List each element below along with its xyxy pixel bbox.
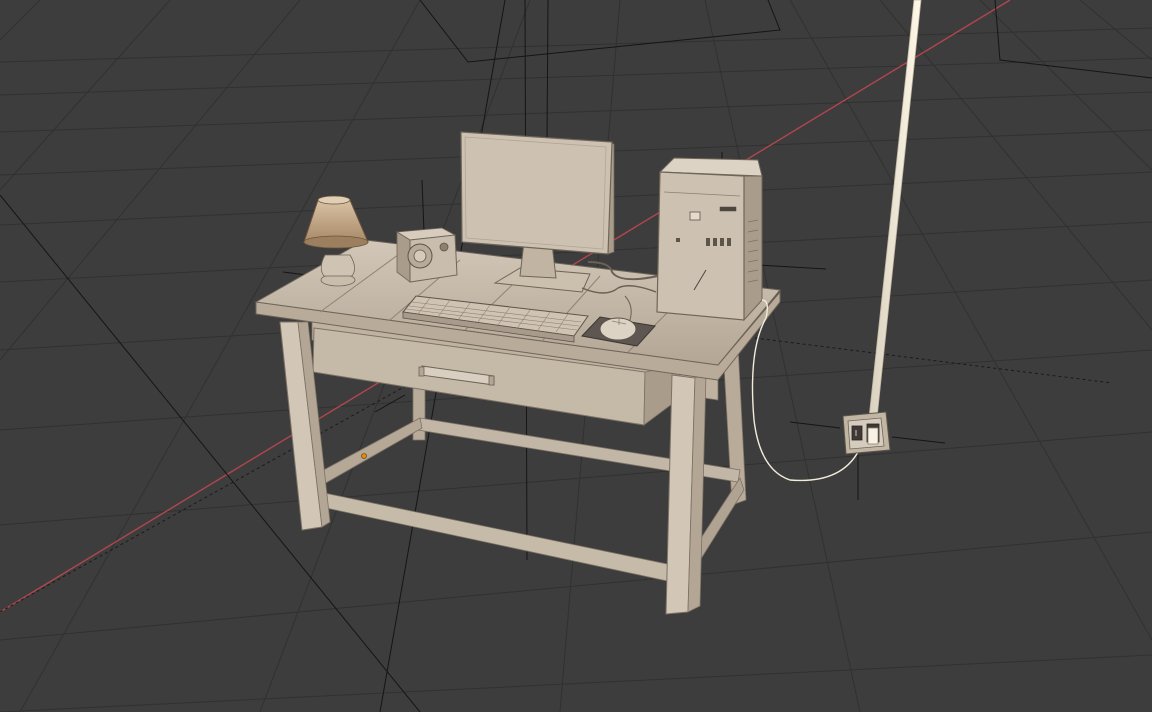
outlet-socket-left	[851, 425, 863, 441]
origin-marker	[361, 453, 367, 459]
desk-rail-front	[309, 489, 673, 583]
viewport-canvas[interactable]	[0, 0, 1152, 712]
pc-drive-bay	[689, 211, 701, 221]
pc-tower[interactable]	[656, 157, 763, 322]
wall-outlet[interactable]	[842, 411, 891, 455]
3d-viewport[interactable]	[0, 0, 1152, 712]
power-cable	[751, 299, 859, 482]
pc-power-button	[676, 238, 680, 242]
speaker[interactable]	[395, 227, 458, 283]
monitor-screen	[460, 131, 613, 255]
power-plug	[867, 427, 879, 445]
dashed-guide-right	[754, 337, 1113, 384]
floor-lamp-pole[interactable]	[868, 0, 922, 419]
pc-tower-side	[743, 175, 763, 322]
